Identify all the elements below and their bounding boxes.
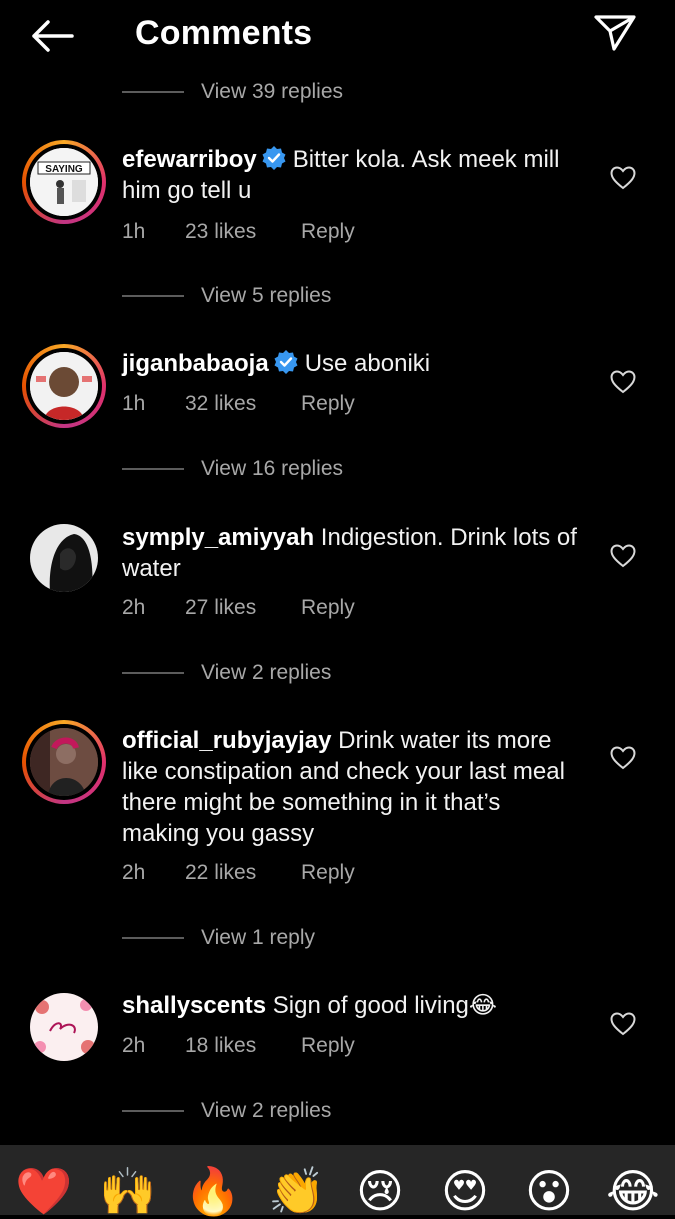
emoji-heart-eyes[interactable]: 😍 bbox=[437, 1163, 493, 1219]
emoji-reaction-bar: ❤️ 🙌 🔥 👏 😢 😍 😮 😂 bbox=[0, 1145, 675, 1218]
replies-divider bbox=[122, 672, 184, 674]
avatar[interactable] bbox=[30, 993, 98, 1061]
header-bar: Comments bbox=[0, 0, 675, 72]
view-replies-button[interactable]: View 2 replies bbox=[122, 1096, 331, 1126]
comment-time: 2h bbox=[122, 596, 146, 619]
comment-text: jiganbabaoja Use aboniki bbox=[122, 348, 582, 379]
reply-button[interactable]: Reply bbox=[301, 596, 355, 620]
comment-likes[interactable]: 18 likes bbox=[185, 1034, 301, 1058]
svg-text:SAYING: SAYING bbox=[45, 164, 83, 175]
reply-button[interactable]: Reply bbox=[301, 861, 355, 885]
replies-divider bbox=[122, 468, 184, 470]
page-title: Comments bbox=[135, 14, 313, 52]
avatar[interactable] bbox=[30, 524, 98, 592]
avatar-image: SAYING bbox=[30, 148, 98, 216]
comment-username[interactable]: jiganbabaoja bbox=[122, 350, 269, 377]
avatar[interactable]: SAYING bbox=[22, 140, 106, 224]
view-replies-label: View 16 replies bbox=[201, 457, 344, 480]
avatar-image bbox=[30, 524, 98, 592]
send-icon[interactable] bbox=[592, 12, 638, 52]
replies-divider bbox=[122, 1110, 184, 1112]
emoji-clapping-hands[interactable]: 👏 bbox=[268, 1163, 325, 1219]
reply-button[interactable]: Reply bbox=[301, 1034, 355, 1058]
back-arrow-icon[interactable] bbox=[28, 14, 76, 58]
avatar-image bbox=[30, 993, 98, 1061]
emoji-crying-face[interactable]: 😢 bbox=[352, 1163, 408, 1219]
comment-username[interactable]: efewarriboy bbox=[122, 146, 257, 173]
comment-time: 2h bbox=[122, 861, 146, 884]
comment-likes[interactable]: 32 likes bbox=[185, 392, 301, 416]
view-replies-label: View 5 replies bbox=[201, 284, 332, 307]
avatar[interactable] bbox=[22, 344, 106, 428]
replies-divider bbox=[122, 937, 184, 939]
reply-button[interactable]: Reply bbox=[301, 392, 355, 416]
comment-text: efewarriboy Bitter kola. Ask meek mill hi… bbox=[122, 144, 582, 206]
comment-body: Sign of good living😂 bbox=[272, 992, 497, 1019]
like-heart-icon[interactable] bbox=[610, 746, 636, 770]
comment-meta: 2h 18 likes Reply bbox=[122, 1034, 355, 1058]
comment-time: 1h bbox=[122, 220, 146, 243]
emoji-raising-hands[interactable]: 🙌 bbox=[99, 1163, 156, 1219]
emoji-tears-of-joy[interactable]: 😂 bbox=[605, 1163, 661, 1219]
comment-username[interactable]: shallyscents bbox=[122, 992, 266, 1019]
view-replies-label: View 1 reply bbox=[201, 926, 316, 949]
view-replies-button[interactable]: View 1 reply bbox=[122, 923, 315, 953]
avatar-image bbox=[30, 728, 98, 796]
emoji-fire[interactable]: 🔥 bbox=[184, 1163, 241, 1219]
avatar[interactable] bbox=[22, 720, 106, 804]
comment-likes[interactable]: 22 likes bbox=[185, 861, 301, 885]
comment-meta: 1h 23 likes Reply bbox=[122, 220, 355, 244]
comment-likes[interactable]: 27 likes bbox=[185, 596, 301, 620]
view-replies-label: View 2 replies bbox=[201, 1099, 332, 1122]
emoji-red-heart[interactable]: ❤️ bbox=[15, 1163, 72, 1219]
replies-divider bbox=[122, 295, 184, 297]
view-replies-label: View 2 replies bbox=[201, 661, 332, 684]
comment-username[interactable]: symply_amiyyah bbox=[122, 524, 314, 551]
comment-meta: 1h 32 likes Reply bbox=[122, 392, 355, 416]
comment-time: 2h bbox=[122, 1034, 146, 1057]
view-replies-button[interactable]: View 2 replies bbox=[122, 658, 331, 688]
comment-text: symply_amiyyah Indigestion. Drink lots o… bbox=[122, 522, 582, 584]
like-heart-icon[interactable] bbox=[610, 544, 636, 568]
replies-divider bbox=[122, 91, 184, 93]
view-replies-label: View 39 replies bbox=[201, 80, 344, 103]
view-replies-button[interactable]: View 5 replies bbox=[122, 281, 331, 311]
reply-button[interactable]: Reply bbox=[301, 220, 355, 244]
comment-likes[interactable]: 23 likes bbox=[185, 220, 301, 244]
view-replies-button[interactable]: View 39 replies bbox=[122, 77, 343, 107]
comment-text: official_rubyjayjay Drink water its more… bbox=[122, 725, 582, 849]
comment-time: 1h bbox=[122, 392, 146, 415]
like-heart-icon[interactable] bbox=[610, 1012, 636, 1036]
comment-meta: 2h 27 likes Reply bbox=[122, 596, 355, 620]
comment-meta: 2h 22 likes Reply bbox=[122, 861, 355, 885]
verified-badge-icon bbox=[262, 146, 286, 170]
comment-username[interactable]: official_rubyjayjay bbox=[122, 727, 331, 754]
avatar-image bbox=[30, 352, 98, 420]
like-heart-icon[interactable] bbox=[610, 370, 636, 394]
like-heart-icon[interactable] bbox=[610, 166, 636, 190]
comment-body: Use aboniki bbox=[304, 350, 431, 377]
verified-badge-icon bbox=[274, 350, 298, 374]
comment-text: shallyscents Sign of good living😂 bbox=[122, 990, 582, 1021]
view-replies-button[interactable]: View 16 replies bbox=[122, 454, 343, 484]
emoji-surprised-face[interactable]: 😮 bbox=[521, 1163, 577, 1219]
